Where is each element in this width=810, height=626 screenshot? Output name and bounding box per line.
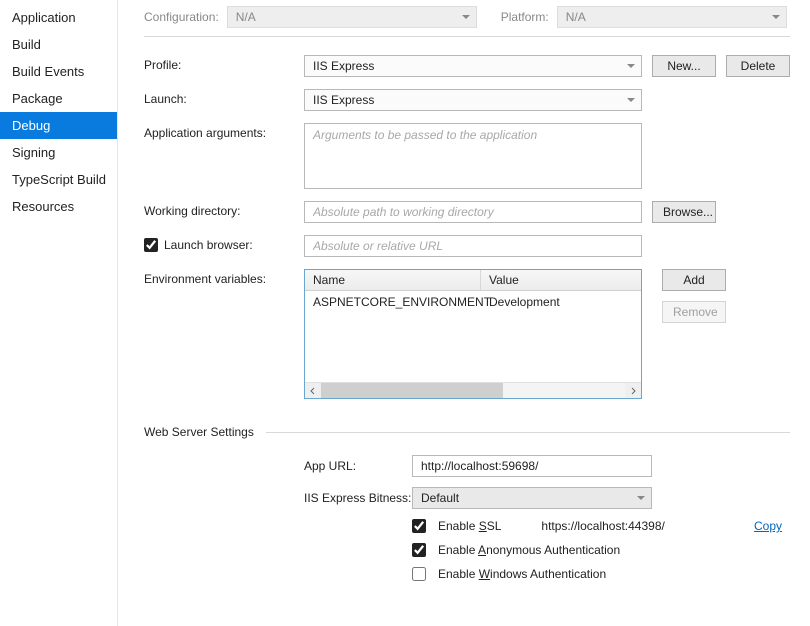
chevron-down-icon [637,496,645,504]
launch-value: IIS Express [313,93,374,107]
table-row[interactable]: ASPNETCORE_ENVIRONMENT Development [305,291,641,313]
scroll-thumb[interactable] [321,383,503,398]
chevron-down-icon [627,98,635,106]
divider [144,36,790,37]
env-name-cell: ASPNETCORE_ENVIRONMENT [305,291,481,313]
env-value-cell: Development [481,291,641,313]
app-args-label: Application arguments: [144,123,304,140]
browse-button[interactable]: Browse... [652,201,716,223]
sidebar-item-signing[interactable]: Signing [0,139,117,166]
profile-value: IIS Express [313,59,374,73]
scroll-left-icon[interactable] [305,383,321,398]
config-platform-row: Configuration: N/A Platform: N/A [144,6,790,28]
env-vars-label: Environment variables: [144,269,304,286]
sidebar-item-typescript-build[interactable]: TypeScript Build [0,166,117,193]
app-url-label: App URL: [304,459,412,473]
working-dir-input[interactable] [304,201,642,223]
main-panel: Configuration: N/A Platform: N/A Profile… [118,0,810,626]
enable-windows-auth-label: Enable Windows Authentication [438,567,606,581]
scroll-right-icon[interactable] [625,383,641,398]
enable-ssl-checkbox[interactable] [412,519,426,533]
profile-label: Profile: [144,55,304,72]
sidebar-item-application[interactable]: Application [0,4,117,31]
configuration-label: Configuration: [144,10,219,24]
profile-select[interactable]: IIS Express [304,55,642,77]
sidebar-item-build-events[interactable]: Build Events [0,58,117,85]
launch-browser-label: Launch browser: [164,238,253,252]
launch-browser-input[interactable] [304,235,642,257]
launch-browser-checkbox[interactable] [144,238,158,252]
env-scrollbar[interactable] [305,382,641,398]
platform-label: Platform: [501,10,549,24]
sidebar-item-debug[interactable]: Debug [0,112,117,139]
iis-bitness-value: Default [421,491,459,505]
sidebar-item-build[interactable]: Build [0,31,117,58]
sidebar: Application Build Build Events Package D… [0,0,118,626]
web-server-settings-header: Web Server Settings [144,425,254,439]
app-url-input[interactable] [412,455,652,477]
ssl-url: https://localhost:44398/ [541,519,664,533]
env-header-name[interactable]: Name [305,270,481,290]
enable-anonymous-checkbox[interactable] [412,543,426,557]
enable-anonymous-label: Enable Anonymous Authentication [438,543,620,557]
configuration-value: N/A [236,10,256,24]
add-env-button[interactable]: Add [662,269,726,291]
chevron-down-icon [772,15,780,23]
platform-value: N/A [566,10,586,24]
enable-windows-auth-checkbox[interactable] [412,567,426,581]
remove-env-button: Remove [662,301,726,323]
divider [266,432,790,433]
app-args-input[interactable] [304,123,642,189]
enable-ssl-label: Enable SSL [438,519,501,533]
launch-label: Launch: [144,89,304,106]
configuration-select: N/A [227,6,477,28]
delete-profile-button[interactable]: Delete [726,55,790,77]
iis-bitness-select[interactable]: Default [412,487,652,509]
sidebar-item-resources[interactable]: Resources [0,193,117,220]
launch-select[interactable]: IIS Express [304,89,642,111]
env-header-value[interactable]: Value [481,270,641,290]
copy-link[interactable]: Copy [754,519,782,533]
working-dir-label: Working directory: [144,201,304,218]
platform-select: N/A [557,6,787,28]
chevron-down-icon [627,64,635,72]
chevron-down-icon [462,15,470,23]
new-profile-button[interactable]: New... [652,55,716,77]
iis-bitness-label: IIS Express Bitness: [304,491,412,505]
env-vars-table[interactable]: Name Value ASPNETCORE_ENVIRONMENT Develo… [304,269,642,399]
sidebar-item-package[interactable]: Package [0,85,117,112]
